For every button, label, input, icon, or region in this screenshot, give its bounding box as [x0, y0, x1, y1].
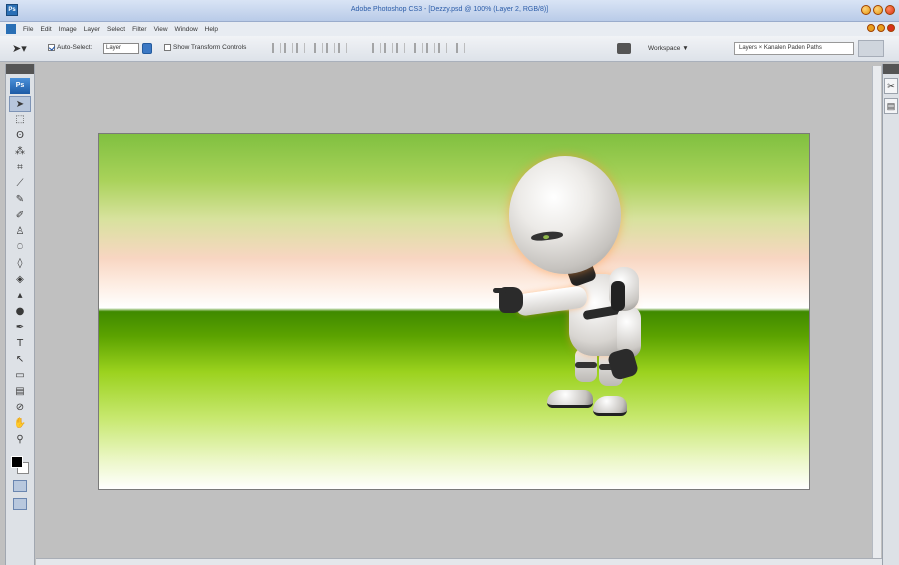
menu-layer[interactable]: Layer [84, 26, 100, 33]
zoom-icon[interactable]: ⚲ [9, 432, 31, 448]
distribute-top-icon[interactable] [372, 43, 381, 53]
robot-left-foot [547, 390, 593, 408]
distribute-bottom-icon[interactable] [396, 43, 405, 53]
blur-icon[interactable]: ▴ [9, 288, 31, 304]
move-tool-preset-icon[interactable]: ➤▾ [12, 42, 27, 55]
dropdown-arrow-icon[interactable] [142, 43, 152, 54]
menu-image[interactable]: Image [59, 26, 77, 33]
path-selection-icon[interactable]: ↖ [9, 352, 31, 368]
tool-list: ➤ ⬚ ʘ ⁂ ⌗ ⟋ ✎ ✐ ♙ ⍥ ◊ ◈ ▴ ● ✒ T ↖ ▭ ▤ ⊘ ✋ ⚲ [6, 96, 34, 448]
vertical-scrollbar[interactable] [872, 66, 881, 558]
robot-pointing-finger [493, 288, 507, 293]
robot-head [509, 156, 621, 274]
panel-dock-tabs[interactable]: Layers × Kanalen Paden Paths [734, 42, 854, 55]
window-controls [861, 5, 895, 15]
menu-filter[interactable]: Filter [132, 26, 146, 33]
crop-icon[interactable]: ⌗ [9, 160, 31, 176]
align-bottom-icon[interactable] [296, 43, 305, 53]
menu-file[interactable]: File [23, 26, 33, 33]
show-transform-option[interactable]: Show Transform Controls [164, 44, 246, 51]
document-restore-icon[interactable] [877, 24, 885, 32]
workspace-menu[interactable]: Workspace ▼ [648, 45, 689, 52]
close-icon[interactable] [885, 5, 895, 15]
align-buttons [272, 43, 347, 53]
dodge-icon[interactable]: ● [9, 304, 31, 320]
show-transform-checkbox[interactable] [164, 44, 171, 51]
history-brush-icon[interactable]: ⍥ [9, 240, 31, 256]
align-left-icon[interactable] [314, 43, 323, 53]
distribute-hcenter-icon[interactable] [426, 43, 435, 53]
title-bar: Ps Adobe Photoshop CS3 - [Dezzy.psd @ 10… [0, 0, 899, 22]
screen-mode-icon[interactable] [13, 498, 27, 510]
clone-stamp-icon[interactable]: ♙ [9, 224, 31, 240]
align-hcenter-icon[interactable] [326, 43, 335, 53]
robot-shoulder [609, 267, 639, 311]
right-dock-strip: ✂ ▤ [882, 64, 899, 565]
document-close-icon[interactable] [887, 24, 895, 32]
auto-select-label: Auto-Select: [57, 44, 93, 52]
maximize-icon[interactable] [873, 5, 883, 15]
distribute-vcenter-icon[interactable] [384, 43, 393, 53]
options-bar: ➤▾ Auto-Select: Layer Show Transform Con… [0, 36, 899, 62]
window-title: Adobe Photoshop CS3 - [Dezzy.psd @ 100% … [350, 6, 549, 13]
tools-panel-grip[interactable] [6, 64, 34, 74]
photoshop-logo[interactable]: Ps [10, 78, 30, 94]
menu-window[interactable]: Window [175, 26, 198, 33]
menu-view[interactable]: View [154, 26, 168, 33]
eraser-icon[interactable]: ◊ [9, 256, 31, 272]
pen-icon[interactable]: ✒ [9, 320, 31, 336]
color-swatches [9, 452, 31, 474]
type-icon[interactable]: T [9, 336, 31, 352]
tools-panel: Ps ➤ ⬚ ʘ ⁂ ⌗ ⟋ ✎ ✐ ♙ ⍥ ◊ ◈ ▴ ● ✒ T ↖ ▭ ▤ ⊘ ✋ ⚲ [5, 64, 35, 565]
menu-select[interactable]: Select [107, 26, 125, 33]
eyedropper-icon[interactable]: ⊘ [9, 400, 31, 416]
menu-help[interactable]: Help [205, 26, 218, 33]
document-controls [867, 24, 895, 32]
auto-select-dropdown[interactable]: Layer [103, 43, 139, 54]
magic-wand-icon[interactable]: ⁂ [9, 144, 31, 160]
marquee-icon[interactable]: ⬚ [9, 112, 31, 128]
notes-icon[interactable]: ▤ [9, 384, 31, 400]
document-canvas[interactable] [98, 133, 810, 490]
menu-edit[interactable]: Edit [40, 26, 51, 33]
distribute-right-icon[interactable] [438, 43, 447, 53]
distribute-buttons [372, 43, 465, 53]
shape-icon[interactable]: ▭ [9, 368, 31, 384]
align-right-icon[interactable] [338, 43, 347, 53]
brush-icon[interactable]: ✐ [9, 208, 31, 224]
paint-bucket-icon[interactable]: ◈ [9, 272, 31, 288]
minimize-icon[interactable] [861, 5, 871, 15]
status-bar [36, 558, 882, 565]
foreground-color-swatch[interactable] [11, 456, 23, 468]
menu-bar: File Edit Image Layer Select Filter View… [0, 22, 899, 36]
workspace-icon[interactable] [617, 43, 631, 54]
document-icon[interactable] [6, 24, 16, 34]
layers-panel-icon[interactable]: ▤ [884, 98, 898, 114]
auto-align-icon[interactable] [456, 43, 465, 53]
healing-brush-icon[interactable]: ✎ [9, 192, 31, 208]
robot-right-foot [593, 396, 627, 416]
move-icon[interactable]: ➤ [9, 96, 31, 112]
align-vcenter-icon[interactable] [284, 43, 293, 53]
show-transform-label: Show Transform Controls [173, 44, 247, 52]
auto-select-option[interactable]: Auto-Select: [48, 44, 92, 51]
panel-dock-grip[interactable] [858, 40, 884, 57]
quick-mask-icon[interactable] [13, 480, 27, 492]
lasso-icon[interactable]: ʘ [9, 128, 31, 144]
document-minimize-icon[interactable] [867, 24, 875, 32]
dock-grip[interactable] [883, 64, 899, 74]
hand-icon[interactable]: ✋ [9, 416, 31, 432]
distribute-left-icon[interactable] [414, 43, 423, 53]
tool-presets-icon[interactable]: ✂ [884, 78, 898, 94]
auto-select-checkbox[interactable] [48, 44, 55, 51]
align-top-icon[interactable] [272, 43, 281, 53]
slice-icon[interactable]: ⟋ [9, 176, 31, 192]
